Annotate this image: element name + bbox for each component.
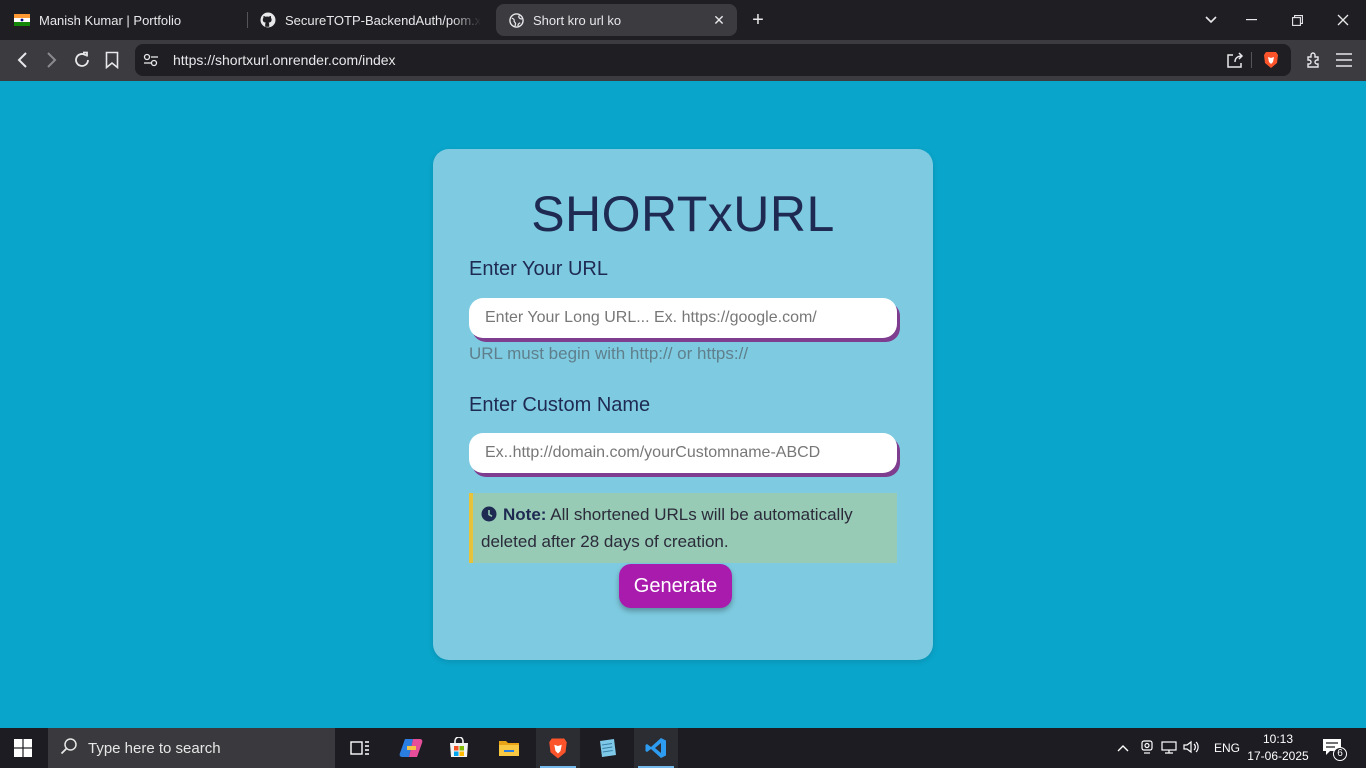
share-icon[interactable] [1225, 50, 1245, 70]
windows-taskbar: Type here to search ENG 10:13 17-06-2025… [0, 728, 1366, 768]
bookmark-icon[interactable] [100, 48, 124, 72]
browser-tab-strip: Manish Kumar | Portfolio SecureTOTP-Back… [0, 0, 1366, 40]
site-settings-icon[interactable] [141, 50, 161, 70]
restore-icon[interactable] [1285, 8, 1309, 32]
address-separator [1251, 52, 1252, 68]
close-tab-icon[interactable]: ✕ [711, 12, 727, 28]
reload-icon[interactable] [70, 48, 94, 72]
tab-shortxurl-active[interactable]: Short kro url ko ✕ [496, 4, 737, 36]
clock-icon [481, 503, 497, 522]
tab-title: SecureTOTP-BackendAuth/pom.xml at [285, 12, 481, 28]
app-title: SHORTxURL [531, 186, 835, 242]
globe-icon [508, 12, 524, 28]
india-flag-icon [14, 12, 30, 28]
tab-search-chevron-icon[interactable] [1199, 8, 1223, 32]
extensions-puzzle-icon[interactable] [1302, 48, 1326, 72]
task-view-icon[interactable] [338, 728, 382, 768]
tab-title: Short kro url ko [533, 12, 622, 28]
browser-toolbar: https://shortxurl.onrender.com/index [0, 40, 1366, 81]
vscode-icon[interactable] [634, 728, 678, 768]
tab-separator [247, 12, 248, 28]
url-text: https://shortxurl.onrender.com/index [173, 52, 396, 68]
tab-github[interactable]: SecureTOTP-BackendAuth/pom.xml at [260, 4, 486, 36]
show-hidden-icons-chevron-icon[interactable] [1114, 741, 1132, 755]
close-window-icon[interactable] [1331, 8, 1355, 32]
address-bar[interactable]: https://shortxurl.onrender.com/index [135, 44, 1291, 76]
clock-date: 17-06-2025 [1247, 749, 1309, 763]
page-background: SHORTxURL Enter Your URL URL must begin … [0, 81, 1366, 728]
custom-name-label: Enter Custom Name [469, 394, 651, 416]
clock-time: 10:13 [1262, 732, 1294, 746]
windows-start-icon[interactable] [14, 739, 32, 757]
network-icon[interactable] [1158, 740, 1180, 757]
taskbar-search-box[interactable]: Type here to search [48, 728, 335, 768]
brave-shields-icon[interactable] [1261, 50, 1281, 70]
search-placeholder: Type here to search [88, 739, 221, 757]
brave-browser-icon[interactable] [536, 728, 580, 768]
notification-badge: 6 [1333, 747, 1347, 761]
back-arrow-icon[interactable] [10, 48, 34, 72]
clock[interactable]: 10:13 17-06-2025 [1247, 731, 1309, 765]
shortener-card: SHORTxURL Enter Your URL URL must begin … [433, 149, 933, 660]
forward-arrow-icon[interactable] [40, 48, 64, 72]
long-url-input[interactable] [469, 298, 897, 338]
new-tab-button[interactable]: + [748, 10, 768, 30]
file-explorer-icon[interactable] [487, 728, 531, 768]
generate-button[interactable]: Generate [619, 564, 732, 608]
tab-portfolio[interactable]: Manish Kumar | Portfolio [14, 4, 242, 36]
language-indicator[interactable]: ENG [1214, 741, 1240, 755]
microsoft-store-icon[interactable] [437, 728, 481, 768]
volume-icon[interactable] [1180, 740, 1204, 757]
notepad-icon[interactable] [585, 728, 629, 768]
custom-name-input[interactable] [469, 433, 897, 473]
note-label: Note: [503, 505, 547, 524]
notification-center-icon[interactable]: 6 [1322, 738, 1347, 761]
meet-now-icon[interactable] [1136, 739, 1158, 757]
menu-hamburger-icon[interactable] [1332, 48, 1356, 72]
url-label: Enter Your URL [469, 258, 608, 280]
expiry-note: Note: All shortened URLs will be automat… [469, 493, 897, 563]
url-hint: URL must begin with http:// or https:// [469, 344, 749, 363]
github-icon [260, 12, 276, 28]
system-tray: ENG [1114, 728, 1240, 768]
tab-title: Manish Kumar | Portfolio [39, 12, 182, 28]
copilot-icon[interactable] [389, 728, 433, 768]
search-icon [60, 737, 78, 760]
minimize-icon[interactable] [1239, 8, 1263, 32]
